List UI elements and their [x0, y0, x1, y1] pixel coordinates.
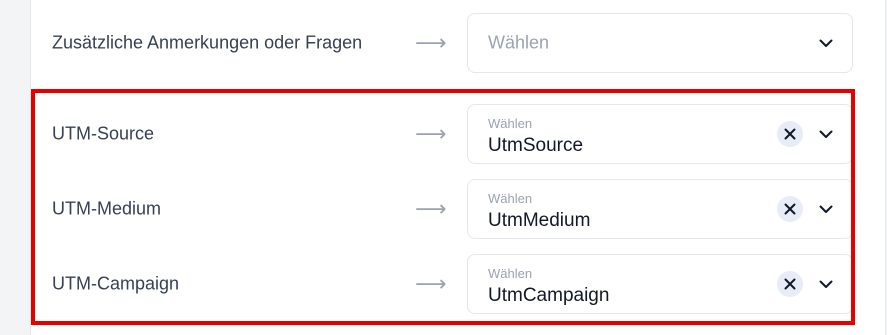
- mapping-row-utm-source: UTM-Source ⟶ Wählen UtmSource: [31, 104, 887, 164]
- arrow-right-icon: ⟶: [415, 30, 447, 55]
- mapping-row-utm-medium: UTM-Medium ⟶ Wählen UtmMedium: [31, 179, 887, 239]
- field-label: UTM-Campaign: [52, 273, 180, 294]
- field-select[interactable]: Wählen UtmCampaign: [467, 254, 853, 314]
- field-select[interactable]: Wählen UtmSource: [467, 104, 853, 164]
- chevron-down-icon[interactable]: [818, 126, 834, 142]
- chevron-down-icon[interactable]: [818, 276, 834, 292]
- field-label: Zusätzliche Anmerkungen oder Fragen: [52, 32, 363, 53]
- select-placeholder: Wählen: [488, 266, 533, 281]
- select-placeholder: Wählen: [488, 191, 533, 206]
- mapping-row-utm-campaign: UTM-Campaign ⟶ Wählen UtmCampaign: [31, 254, 887, 314]
- select-placeholder: Wählen: [488, 32, 550, 53]
- arrow-right-icon: ⟶: [415, 121, 447, 146]
- arrow-right-icon: ⟶: [415, 271, 447, 296]
- field-label: UTM-Medium: [52, 198, 162, 219]
- chevron-down-icon[interactable]: [818, 35, 834, 51]
- select-placeholder: Wählen: [488, 116, 533, 131]
- field-select[interactable]: Wählen: [467, 13, 853, 73]
- close-icon[interactable]: [777, 271, 803, 297]
- field-select[interactable]: Wählen UtmMedium: [467, 179, 853, 239]
- mapping-card: Zusätzliche Anmerkungen oder Fragen ⟶ Wä…: [30, 0, 886, 335]
- chevron-down-icon[interactable]: [818, 201, 834, 217]
- arrow-right-icon: ⟶: [415, 196, 447, 221]
- mapping-row-notes: Zusätzliche Anmerkungen oder Fragen ⟶ Wä…: [31, 13, 887, 73]
- close-icon[interactable]: [777, 196, 803, 222]
- field-label: UTM-Source: [52, 123, 155, 144]
- select-value: UtmSource: [488, 135, 584, 156]
- close-icon[interactable]: [777, 121, 803, 147]
- select-value: UtmCampaign: [488, 285, 610, 306]
- select-value: UtmMedium: [488, 210, 591, 231]
